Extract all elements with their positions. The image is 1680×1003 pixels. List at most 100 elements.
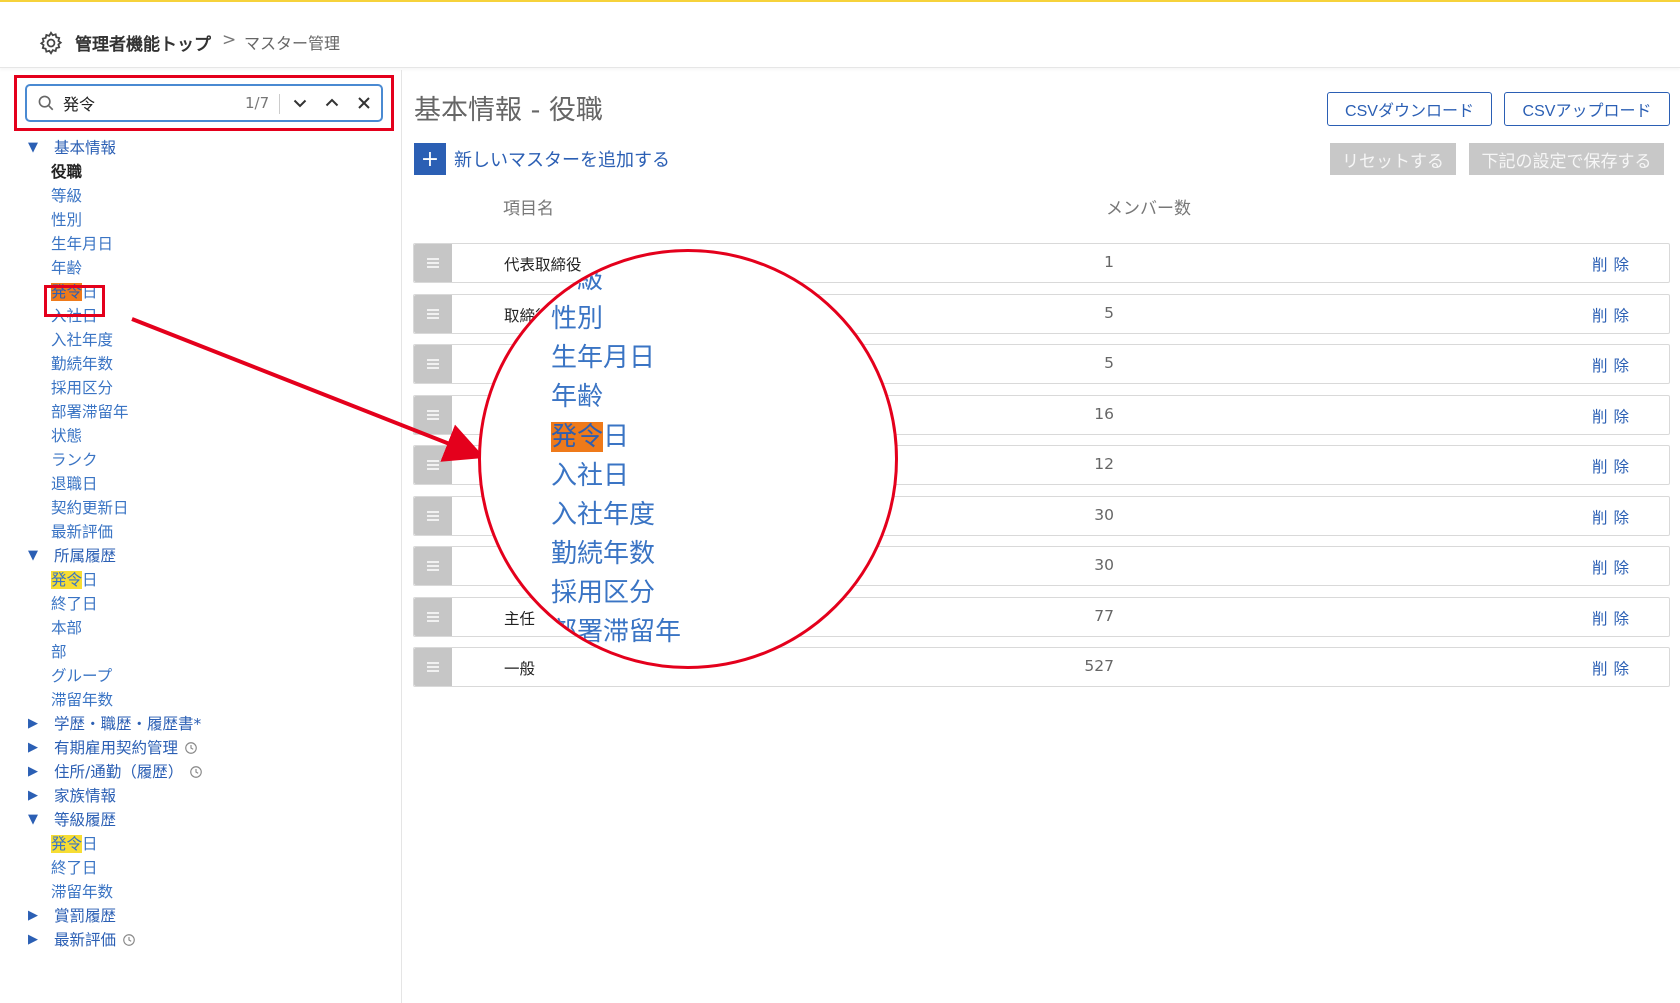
- expand-arrow-icon[interactable]: ▶: [28, 784, 38, 808]
- magnified-item: 年齢: [551, 382, 604, 412]
- tree-item-label[interactable]: 滞留年数: [51, 688, 113, 712]
- tree-group-label[interactable]: 賞罰履歴: [54, 904, 116, 928]
- drag-handle[interactable]: [414, 244, 452, 282]
- delete-link[interactable]: 削除: [1592, 455, 1635, 477]
- search-match: 発令: [51, 571, 83, 589]
- tree-item-label[interactable]: 生年月日: [51, 232, 113, 256]
- tree-group-label[interactable]: 住所/通勤（履歴）: [54, 760, 203, 784]
- magnified-item: 部署滞留年: [551, 617, 682, 647]
- tree-group-label[interactable]: 所属履歴: [54, 544, 116, 568]
- history-clock-icon: [185, 742, 197, 754]
- tree-group-label-text: 有期雇用契約管理: [54, 739, 179, 757]
- search-bar: 1/7: [25, 84, 383, 122]
- search-close-button[interactable]: [351, 90, 377, 116]
- drag-handle[interactable]: [414, 294, 452, 333]
- tree-item-label[interactable]: 部署滞留年: [51, 400, 129, 424]
- tree-item-label[interactable]: 年齢: [51, 256, 82, 280]
- tree-item-label[interactable]: 発令日: [51, 832, 98, 856]
- expand-arrow-icon[interactable]: ▼: [28, 808, 38, 832]
- drag-handle[interactable]: [414, 496, 452, 535]
- tree-group-label[interactable]: 学歴・職歴・履歴書*: [54, 712, 201, 736]
- breadcrumb-current: マスター管理: [244, 34, 341, 53]
- tree-item-label[interactable]: 最新評価: [51, 520, 113, 544]
- tree-item-label[interactable]: 入社年度: [51, 328, 113, 352]
- tree-item-label[interactable]: 終了日: [51, 856, 98, 880]
- tree-item-label[interactable]: ランク: [51, 448, 98, 472]
- tree-item-label[interactable]: 採用区分: [51, 376, 113, 400]
- csv-upload-button[interactable]: CSVアップロード: [1504, 92, 1670, 126]
- delete-link[interactable]: 削除: [1592, 556, 1635, 578]
- master-row-member-count: 1: [1104, 253, 1114, 271]
- search-input[interactable]: [63, 91, 223, 115]
- master-row[interactable]: 一般 527 削除: [413, 647, 1670, 687]
- delete-link[interactable]: 削除: [1592, 405, 1635, 427]
- delete-link[interactable]: 削除: [1592, 506, 1635, 528]
- reset-button[interactable]: リセットする: [1330, 143, 1456, 175]
- add-master-button[interactable]: + 新しいマスターを追加する: [414, 142, 670, 176]
- expand-arrow-icon[interactable]: ▶: [28, 712, 38, 736]
- tree-group-label[interactable]: 等級履歴: [54, 808, 116, 832]
- drag-handle[interactable]: [414, 547, 452, 585]
- add-master-label: 新しいマスターを追加する: [454, 150, 670, 171]
- tree-item-label[interactable]: 退職日: [51, 472, 98, 496]
- tree-item-label-rest: 日: [82, 571, 98, 589]
- tree-item-label[interactable]: 状態: [51, 424, 82, 448]
- delete-link[interactable]: 削除: [1592, 607, 1635, 629]
- plus-icon: +: [414, 143, 446, 175]
- expand-arrow-icon[interactable]: ▶: [28, 760, 38, 784]
- master-row-name[interactable]: 主任: [504, 607, 535, 629]
- tree-item-label[interactable]: 契約更新日: [51, 496, 129, 520]
- master-row-member-count: 5: [1104, 354, 1114, 372]
- delete-link[interactable]: 削除: [1592, 354, 1635, 376]
- expand-arrow-icon[interactable]: ▶: [28, 736, 38, 760]
- magnifier-callout: 等級 性別 生年月日 年齢 発令日 入社日 入社年度 勤続年数 採用区分 部署滞…: [478, 249, 898, 669]
- expand-arrow-icon[interactable]: ▼: [28, 544, 38, 568]
- tree-item-label[interactable]: 勤続年数: [51, 352, 113, 376]
- save-settings-button[interactable]: 下記の設定で保存する: [1469, 143, 1664, 175]
- tree-item-label[interactable]: 役職: [51, 160, 82, 184]
- delete-link[interactable]: 削除: [1592, 304, 1635, 326]
- column-header-members: メンバー数: [1106, 199, 1191, 219]
- tree-group-label[interactable]: 有期雇用契約管理: [54, 736, 198, 760]
- gear-icon[interactable]: [38, 30, 64, 56]
- drag-handle[interactable]: [414, 446, 452, 484]
- expand-arrow-icon[interactable]: ▶: [28, 904, 38, 928]
- drag-handle[interactable]: [414, 597, 452, 636]
- tree-group-label[interactable]: 基本情報: [54, 136, 116, 160]
- tree-group-label[interactable]: 家族情報: [54, 784, 116, 808]
- tree-item-label[interactable]: 発令日: [51, 568, 98, 592]
- search-next-button[interactable]: [287, 90, 313, 116]
- master-row-name[interactable]: 一般: [504, 657, 535, 679]
- drag-handle-icon: [427, 258, 439, 268]
- drag-handle[interactable]: [414, 345, 452, 383]
- header: 管理者機能トップ > マスター管理: [0, 8, 1680, 68]
- drag-handle[interactable]: [414, 648, 452, 686]
- magnified-item: 発令日: [551, 420, 629, 454]
- tree-item-label[interactable]: 本部: [51, 616, 82, 640]
- drag-handle-icon: [427, 308, 439, 319]
- master-row-member-count: 12: [1094, 455, 1114, 473]
- drag-handle-icon: [427, 510, 439, 521]
- tree-group-label[interactable]: 最新評価: [54, 928, 136, 952]
- tree-item-label[interactable]: 部: [51, 640, 67, 664]
- delete-link[interactable]: 削除: [1592, 657, 1635, 679]
- delete-link[interactable]: 削除: [1592, 253, 1635, 275]
- breadcrumb-home-link[interactable]: 管理者機能トップ: [75, 30, 211, 55]
- magnified-item-rest: 日: [603, 422, 630, 452]
- magnified-search-match: 発令: [551, 422, 604, 452]
- csv-download-button[interactable]: CSVダウンロード: [1327, 92, 1492, 126]
- drag-handle[interactable]: [414, 395, 452, 434]
- tree-item-label[interactable]: 等級: [51, 184, 82, 208]
- magnified-item: 入社日: [551, 461, 630, 491]
- tree-item-label[interactable]: 滞留年数: [51, 880, 113, 904]
- tree-item-label[interactable]: グループ: [51, 664, 112, 688]
- expand-arrow-icon[interactable]: ▼: [28, 136, 38, 160]
- tree-item-label[interactable]: 終了日: [51, 592, 98, 616]
- magnified-item: 入社年度: [551, 500, 656, 530]
- master-row-member-count: 16: [1094, 404, 1114, 423]
- drag-handle-icon: [427, 460, 439, 470]
- tree-group-label-text: 最新評価: [54, 931, 117, 949]
- expand-arrow-icon[interactable]: ▶: [28, 928, 38, 952]
- search-prev-button[interactable]: [319, 90, 345, 116]
- tree-item-label[interactable]: 性別: [51, 208, 82, 232]
